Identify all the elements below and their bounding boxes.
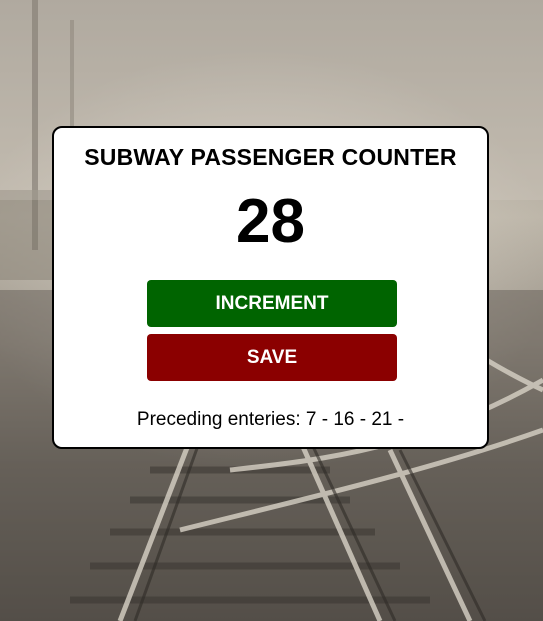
app-title: SUBWAY PASSENGER COUNTER xyxy=(84,144,457,170)
counter-card: SUBWAY PASSENGER COUNTER 28 INCREMENT SA… xyxy=(52,126,489,449)
passenger-count: 28 xyxy=(236,187,305,256)
save-button[interactable]: SAVE xyxy=(147,334,397,381)
preceding-entries: Preceding enteries: 7 - 16 - 21 - xyxy=(136,409,405,430)
increment-button[interactable]: INCREMENT xyxy=(147,280,397,327)
